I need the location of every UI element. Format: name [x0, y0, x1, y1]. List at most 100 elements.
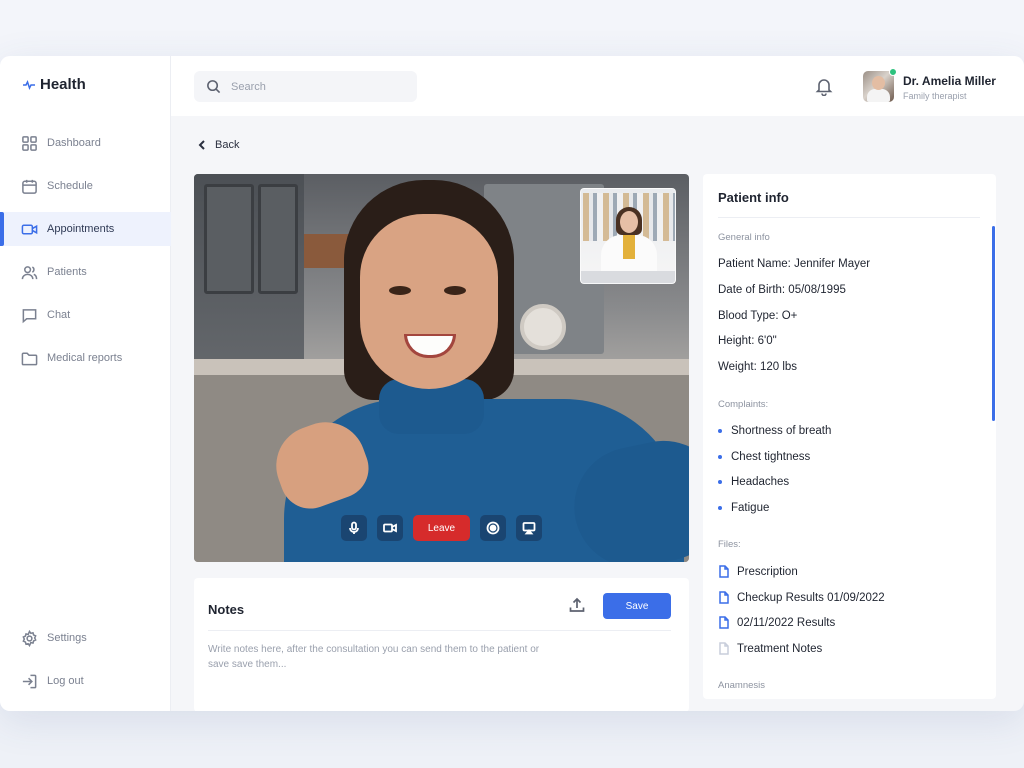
notes-title: Notes: [208, 602, 245, 617]
file-item[interactable]: 02/11/2022 Results: [718, 616, 835, 629]
document-icon: [719, 642, 729, 655]
sidebar-item-label: Patients: [47, 266, 87, 278]
sidebar-item-appointments[interactable]: Appointments: [0, 212, 171, 246]
document-icon: [719, 591, 729, 604]
notification-button[interactable]: [814, 76, 834, 97]
bullet-dot: [718, 429, 722, 433]
patient-eye: [389, 286, 411, 295]
users-icon: [21, 265, 38, 279]
sidebar-item-label: Settings: [47, 632, 87, 644]
background-cabinet-door: [258, 184, 298, 294]
complaint-text: Fatigue: [731, 502, 770, 514]
sidebar-item-logout[interactable]: Log out: [0, 664, 171, 698]
complaint-item: Chest tightness: [718, 451, 810, 463]
user-name: Dr. Amelia Miller: [903, 74, 996, 88]
camera-button[interactable]: [377, 515, 403, 541]
sidebar-item-dashboard[interactable]: Dashboard: [0, 126, 171, 160]
calendar-icon: [22, 179, 37, 194]
complaint-item: Fatigue: [718, 502, 769, 514]
general-info-label: General info: [718, 232, 770, 243]
patient-eye: [444, 286, 466, 295]
topbar: Dr. Amelia Miller Family therapist: [171, 56, 1024, 116]
user-role: Family therapist: [903, 91, 967, 101]
sidebar-item-label: Medical reports: [47, 352, 123, 364]
sidebar-item-patients[interactable]: Patients: [0, 255, 171, 289]
screen-share-icon: [522, 522, 536, 535]
bullet-dot: [718, 455, 722, 459]
camera-icon: [383, 523, 397, 533]
file-item[interactable]: Prescription: [718, 565, 798, 578]
complaint-text: Headaches: [731, 476, 790, 488]
sidebar-item-label: Log out: [47, 675, 84, 687]
self-view-face: [620, 211, 638, 233]
search-input[interactable]: [231, 80, 401, 93]
sidebar-item-label: Schedule: [47, 180, 93, 192]
sidebar-bottom: Settings Log out: [0, 621, 171, 707]
document-icon: [719, 616, 729, 629]
file-name: Checkup Results 01/09/2022: [737, 591, 885, 604]
scrollbar[interactable]: [992, 226, 995, 421]
folder-icon: [21, 352, 38, 365]
divider: [208, 630, 671, 631]
sidebar-item-chat[interactable]: Chat: [0, 298, 171, 332]
sidebar-item-schedule[interactable]: Schedule: [0, 169, 171, 203]
complaint-item: Headaches: [718, 476, 789, 488]
leave-call-button[interactable]: Leave: [413, 515, 470, 541]
back-button[interactable]: Back: [197, 139, 239, 151]
divider: [718, 217, 980, 218]
app-window: Health Dashboard Schedule Appointments P…: [0, 56, 1024, 711]
record-button[interactable]: [480, 515, 506, 541]
video-icon: [21, 223, 38, 235]
file-item[interactable]: Treatment Notes: [718, 642, 822, 655]
file-name: Treatment Notes: [737, 642, 823, 655]
chevron-left-icon: [198, 140, 205, 150]
anamnesis-label: Anamnesis: [718, 680, 765, 691]
self-view-desk: [581, 271, 675, 283]
document-icon: [719, 565, 729, 578]
sidebar-item-label: Chat: [47, 309, 71, 321]
patient-info-title: Patient info: [718, 190, 789, 205]
avatar-face: [872, 76, 885, 90]
search-icon: [207, 80, 221, 94]
self-view-shirt: [623, 235, 635, 259]
save-button[interactable]: Save: [603, 593, 671, 619]
sidebar-item-settings[interactable]: Settings: [0, 621, 171, 655]
patient-height: Height: 6'0": [718, 335, 777, 347]
record-icon: [486, 521, 500, 535]
microphone-icon: [349, 521, 359, 534]
call-controls: Leave: [339, 512, 544, 544]
notes-textarea[interactable]: Write notes here, after the consultation…: [208, 642, 548, 672]
online-status-dot: [889, 68, 897, 76]
file-item[interactable]: Checkup Results 01/09/2022: [718, 591, 885, 604]
gear-icon: [22, 629, 37, 647]
sidebar-item-medical-reports[interactable]: Medical reports: [0, 341, 171, 375]
patient-dob: Date of Birth: 05/08/1995: [718, 284, 846, 296]
chat-icon: [22, 308, 37, 323]
complaints-label: Complaints:: [718, 399, 769, 410]
avatar[interactable]: [863, 68, 897, 102]
complaint-item: Shortness of breath: [718, 425, 831, 437]
upload-icon: [569, 597, 585, 612]
sidebar-item-label: Appointments: [47, 223, 115, 235]
sidebar: Health Dashboard Schedule Appointments P…: [0, 56, 171, 711]
patient-face: [360, 214, 498, 389]
microphone-button[interactable]: [341, 515, 367, 541]
file-name: 02/11/2022 Results: [737, 616, 836, 629]
sidebar-nav: Dashboard Schedule Appointments Patients…: [0, 126, 171, 384]
avatar-coat: [867, 89, 890, 102]
upload-button[interactable]: [568, 596, 590, 618]
sidebar-item-label: Dashboard: [47, 137, 101, 149]
logo[interactable]: Health: [22, 76, 86, 93]
back-label: Back: [215, 139, 240, 151]
pulse-icon: [23, 79, 35, 90]
self-view-video[interactable]: [580, 188, 676, 284]
bullet-dot: [718, 480, 722, 484]
bell-icon: [815, 79, 833, 97]
background-clock: [520, 304, 566, 350]
complaint-text: Chest tightness: [731, 451, 811, 463]
patient-blood-type: Blood Type: O+: [718, 310, 798, 322]
file-name: Prescription: [737, 565, 798, 578]
dashboard-icon: [22, 135, 37, 151]
search-box[interactable]: [194, 71, 417, 102]
screen-share-button[interactable]: [516, 515, 542, 541]
